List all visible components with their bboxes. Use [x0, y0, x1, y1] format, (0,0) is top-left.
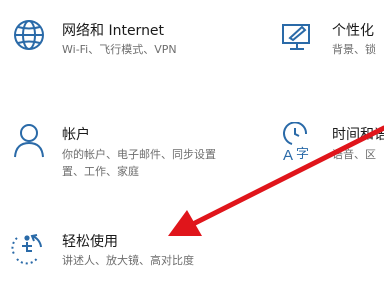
globe-icon	[12, 18, 48, 58]
personalization-title: 个性化	[332, 23, 374, 39]
svg-text:A: A	[283, 147, 293, 162]
ease-of-access-desc: 讲述人、放大镜、高对比度	[62, 254, 194, 267]
time-language-desc: 语音、区	[332, 148, 376, 161]
ease-of-access-icon	[8, 230, 48, 270]
svg-text:字: 字	[296, 147, 309, 162]
accounts-tile[interactable]: 帐户 你的帐户、电子邮件、同步设置 置、工作、家庭	[12, 122, 252, 192]
person-icon	[12, 122, 48, 164]
personalization-icon	[280, 18, 316, 58]
ease-of-access-tile[interactable]: 轻松使用 讲述人、放大镜、高对比度	[8, 230, 248, 280]
settings-home: 网络和 Internet Wi-Fi、飞行模式、VPN 个性化 背景、锁 帐户 …	[0, 0, 384, 300]
personalization-desc: 背景、锁	[332, 43, 376, 56]
time-language-icon: A 字	[280, 121, 316, 166]
accounts-title: 帐户	[62, 127, 90, 143]
network-internet-desc: Wi-Fi、飞行模式、VPN	[62, 43, 177, 56]
ease-of-access-title: 轻松使用	[62, 234, 118, 250]
accounts-desc: 你的帐户、电子邮件、同步设置 置、工作、家庭	[62, 148, 216, 178]
time-language-title: 时间和语	[332, 127, 384, 143]
network-internet-tile[interactable]: 网络和 Internet Wi-Fi、飞行模式、VPN	[12, 18, 252, 78]
time-language-tile[interactable]: A 字 时间和语 语音、区	[280, 121, 384, 182]
personalization-tile[interactable]: 个性化 背景、锁	[280, 18, 384, 78]
network-internet-title: 网络和 Internet	[62, 23, 165, 39]
